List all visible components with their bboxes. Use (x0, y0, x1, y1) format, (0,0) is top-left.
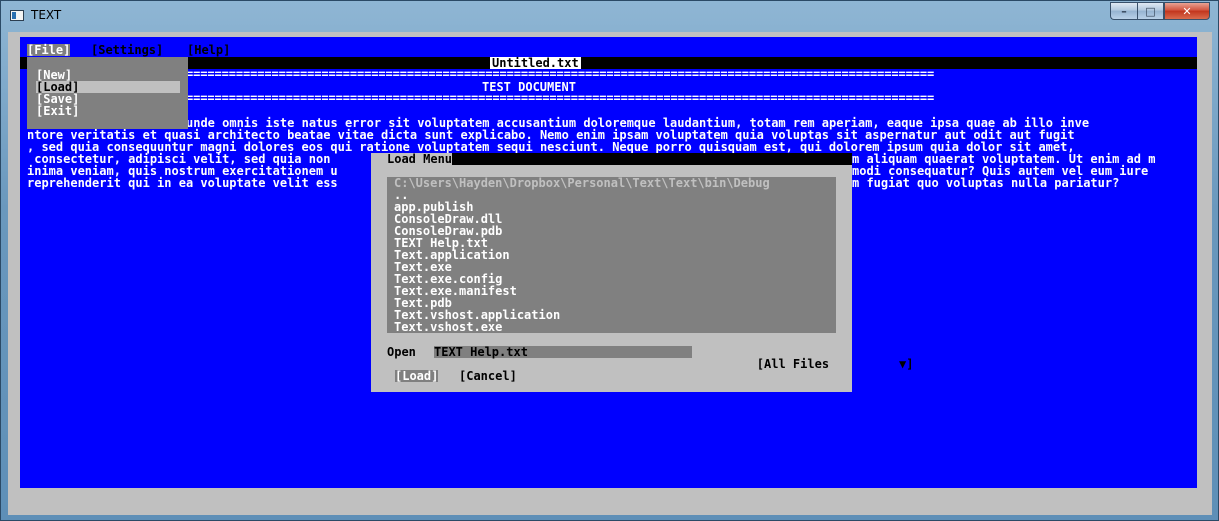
maximize-button[interactable]: □ (1137, 2, 1164, 20)
caption-buttons: – □ ✕ (1110, 2, 1210, 21)
console-client-area: [File] [Settings] [Help] Untitled.txt ==… (8, 32, 1212, 515)
title-bar[interactable]: TEXT – □ ✕ (1, 1, 1218, 32)
current-path: C:\Users\Hayden\Dropbox\Personal\Text\Te… (394, 177, 770, 190)
file-type-value: [All Files (756, 357, 830, 371)
window-title: TEXT (31, 8, 62, 22)
file-menu-dropdown: [New] [Load] [Save] [Exit] (27, 57, 188, 129)
load-dialog-titlebar: Load Menu (387, 153, 852, 165)
file-type-dropdown[interactable]: [All Files ▼] (699, 346, 914, 382)
document-title-bar (20, 57, 1197, 69)
divider-top: ========================================… (186, 71, 934, 77)
open-filename-input[interactable]: TEXT Help.txt (434, 346, 692, 358)
load-dialog-title: Load Menu (387, 152, 453, 166)
open-label: Open (387, 345, 416, 359)
file-list[interactable]: C:\Users\Hayden\Dropbox\Personal\Text\Te… (387, 177, 836, 333)
app-icon[interactable] (10, 10, 24, 21)
document-heading: TEST DOCUMENT (482, 80, 576, 94)
load-button[interactable]: [Load] (395, 370, 439, 382)
application-window: TEXT – □ ✕ [File] [Settings] [Help] Unti… (0, 0, 1219, 521)
minimize-button[interactable]: – (1110, 2, 1137, 20)
menu-help[interactable]: [Help] (187, 44, 230, 56)
divider-bottom: ========================================… (186, 95, 934, 101)
load-dialog: Load Menu C:\Users\Hayden\Dropbox\Person… (371, 153, 914, 392)
menu-settings[interactable]: [Settings] (91, 44, 163, 56)
document-filename: Untitled.txt (490, 56, 581, 70)
document-line: reprehenderit qui in ea voluptate velit … (27, 176, 338, 190)
menu-file[interactable]: [File] (27, 44, 71, 56)
menu-item-exit[interactable]: [Exit] (36, 105, 79, 117)
file-item[interactable]: Text.vshost.exe (394, 321, 502, 333)
document-line: m fugiat quo voluptas nulla pariatur? (852, 176, 1120, 190)
close-button[interactable]: ✕ (1164, 2, 1210, 20)
cancel-button[interactable]: [Cancel] (459, 370, 517, 382)
chevron-down-icon: ▼] (899, 357, 914, 371)
